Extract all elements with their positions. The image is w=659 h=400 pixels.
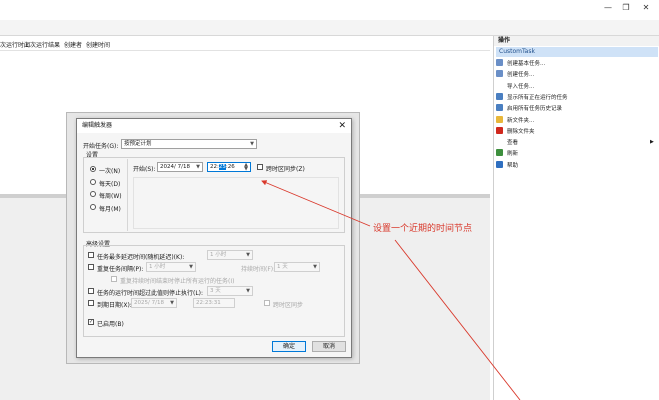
annotation-arrow-line — [261, 180, 371, 227]
annotation-pointer-line — [394, 239, 521, 400]
annotation-arrows — [261, 180, 521, 400]
